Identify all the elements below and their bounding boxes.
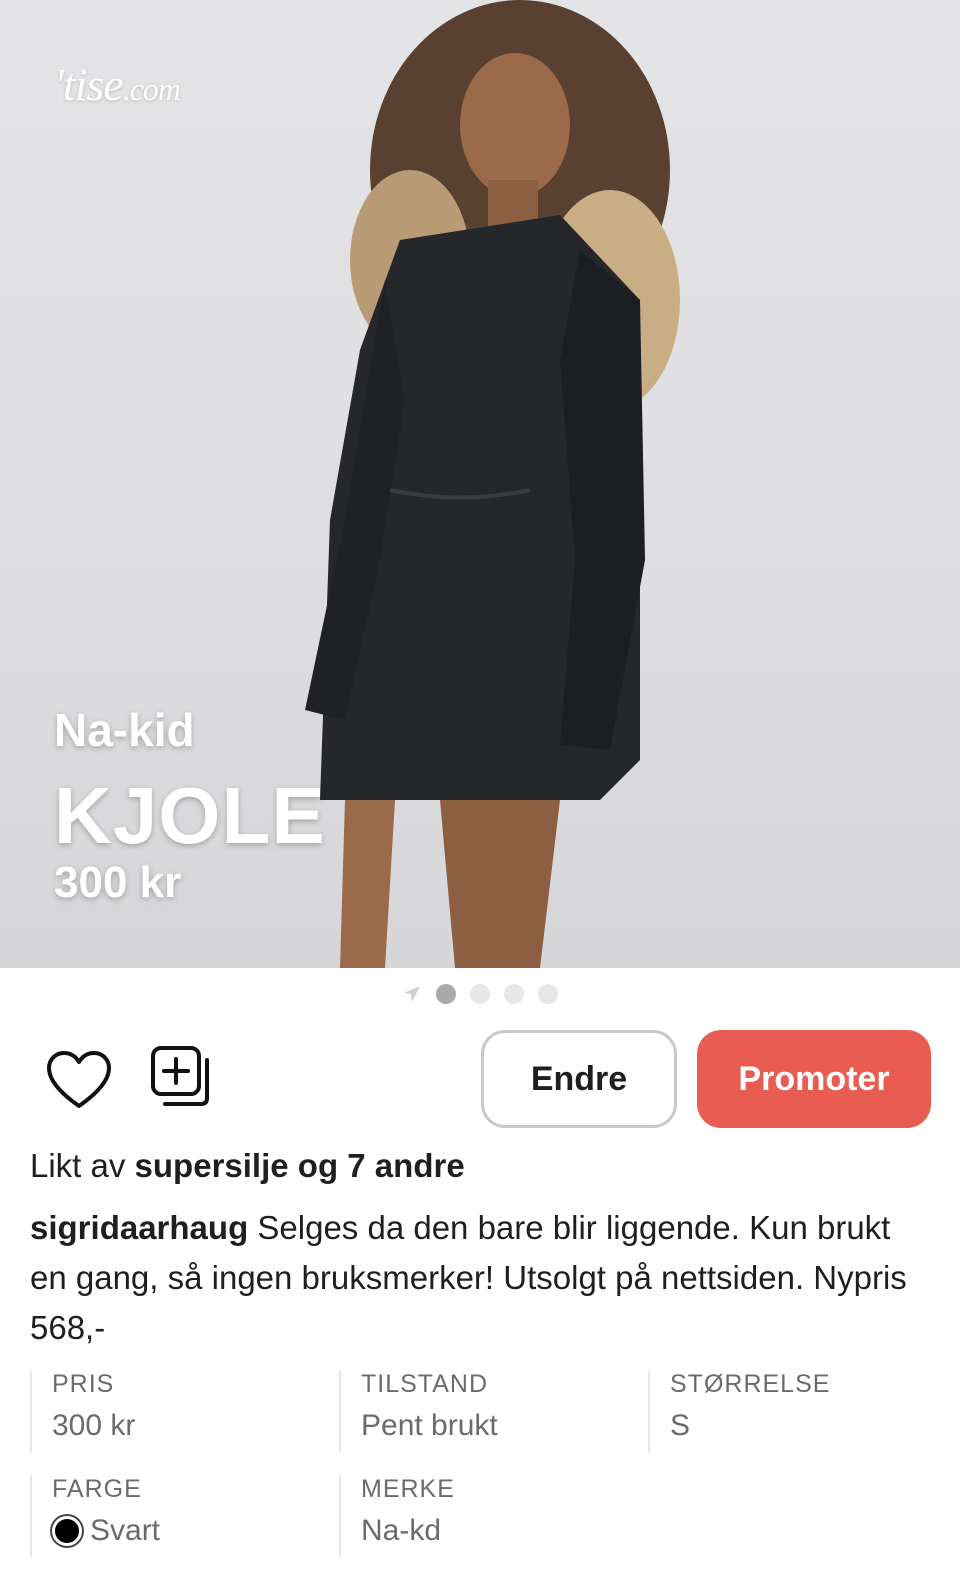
overlay-price: 300 kr	[54, 858, 182, 907]
color-name: Svart	[90, 1514, 161, 1547]
detail-value: S	[670, 1409, 691, 1442]
pager-dot[interactable]	[538, 984, 558, 1004]
detail-label: STØRRELSE	[670, 1370, 831, 1398]
detail-label: MERKE	[361, 1475, 455, 1503]
overlay-brand: Na-kid	[54, 704, 195, 756]
product-image[interactable]: 'tise.com Na-kid KJOLE 300 kr	[0, 0, 960, 968]
tise-logo: 'tise.com	[54, 59, 181, 110]
likes-prefix: Likt av	[30, 1147, 126, 1184]
detail-color: FARGE Svart	[30, 1475, 330, 1557]
product-description: sigridaarhaug Selges da den bare blir li…	[30, 1203, 930, 1353]
liked-by: Likt av supersilje og 7 andre	[30, 1147, 465, 1185]
pager-dot[interactable]	[436, 984, 456, 1004]
detail-label: TILSTAND	[361, 1370, 488, 1398]
detail-value[interactable]: Na-kd	[361, 1514, 639, 1548]
heart-icon	[47, 1051, 111, 1108]
color-swatch-icon	[52, 1516, 82, 1546]
action-row: Endre Promoter	[0, 1030, 960, 1130]
detail-price: PRIS 300 kr	[30, 1370, 330, 1452]
detail-label: PRIS	[52, 1370, 115, 1398]
like-button[interactable]	[44, 1046, 114, 1114]
pager-dot[interactable]	[504, 984, 524, 1004]
detail-brand: MERKE Na-kd	[339, 1475, 639, 1557]
promote-button[interactable]: Promoter	[697, 1030, 931, 1128]
edit-button[interactable]: Endre	[481, 1030, 677, 1128]
detail-value: 300 kr	[52, 1409, 136, 1442]
add-to-collection-button[interactable]	[148, 1042, 216, 1112]
detail-value: Pent brukt	[361, 1409, 498, 1442]
add-collection-icon	[151, 1046, 209, 1106]
overlay-title: KJOLE	[54, 771, 326, 860]
detail-condition: TILSTAND Pent brukt	[339, 1370, 639, 1452]
image-pager	[0, 968, 960, 1020]
detail-value: Svart	[52, 1514, 330, 1548]
likes-others-link[interactable]: og 7 andre	[298, 1147, 465, 1184]
location-arrow-icon	[402, 984, 422, 1004]
pager-dot[interactable]	[470, 984, 490, 1004]
detail-label: FARGE	[52, 1475, 142, 1503]
detail-size: STØRRELSE S	[648, 1370, 948, 1452]
liked-by-user-link[interactable]: supersilje	[135, 1147, 289, 1184]
seller-username-link[interactable]: sigridaarhaug	[30, 1209, 248, 1246]
